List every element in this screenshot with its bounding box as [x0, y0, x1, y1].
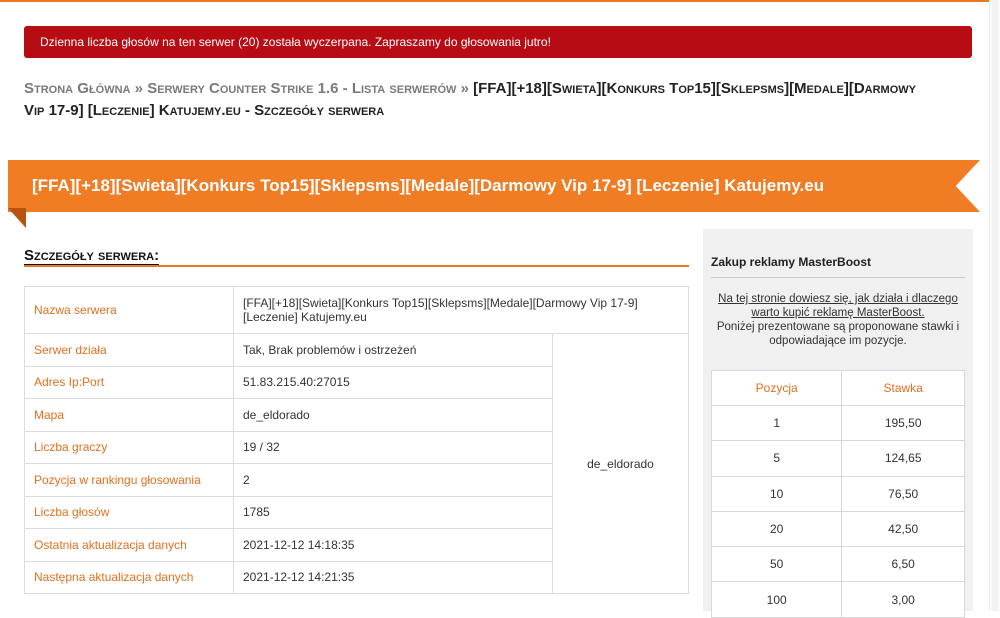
breadcrumb: Strona Główna » Serwery Counter Strike 1…: [24, 78, 924, 122]
detail-label: Liczba graczy: [24, 430, 234, 464]
rate-value: 3,00: [841, 581, 965, 618]
detail-label: Nazwa serwera: [24, 286, 234, 334]
rate-value: 76,50: [841, 475, 965, 512]
detail-label: Następna aktualizacja danych: [24, 560, 234, 594]
detail-label: Liczba głosów: [24, 495, 234, 529]
sidebar-title: Zakup reklamy MasterBoost: [711, 255, 965, 278]
detail-value: Tak, Brak problemów i ostrzeżeń: [233, 333, 553, 367]
vertical-scrollbar[interactable]: [989, 0, 1000, 611]
detail-value: de_eldorado: [233, 398, 553, 432]
table-row: 100 3,00: [710, 581, 965, 618]
column-header-position: Pozycja: [710, 370, 843, 406]
rate-value: 195,50: [841, 404, 965, 442]
masterboost-rates-table: Pozycja Stawka 1 195,50 5 124,65 10 76,5…: [710, 370, 965, 618]
table-row: 5 124,65: [710, 440, 965, 477]
masterboost-info-link[interactable]: Na tej stronie dowiesz się, jak działa i…: [711, 292, 965, 320]
rate-value: 124,65: [841, 440, 965, 477]
detail-label: Serwer działa: [24, 333, 234, 367]
table-row: 50 6,50: [710, 546, 965, 583]
map-preview: de_eldorado: [552, 333, 689, 594]
table-row: 1 195,50: [710, 404, 965, 442]
detail-value: 51.83.215.40:27015: [233, 365, 553, 399]
breadcrumb-separator: »: [460, 80, 469, 97]
table-row: 10 76,50: [710, 475, 965, 512]
top-accent-line: [0, 0, 1000, 2]
rate-position: 10: [710, 475, 843, 512]
detail-value: 2021-12-12 14:21:35: [233, 560, 553, 594]
server-title: [FFA][+18][Swieta][Konkurs Top15][Skleps…: [32, 176, 825, 195]
scrollbar-thumb[interactable]: [992, 0, 998, 611]
rate-position: 5: [710, 440, 843, 477]
table-row: Serwer działa Tak, Brak problemów i ostr…: [24, 333, 689, 594]
detail-value: 19 / 32: [233, 430, 553, 464]
rate-position: 20: [710, 510, 843, 548]
vote-limit-alert: Dzienna liczba głosów na ten serwer (20)…: [24, 26, 972, 58]
table-row: 20 42,50: [710, 510, 965, 548]
detail-value: 1785: [233, 495, 553, 529]
detail-value: 2021-12-12 14:18:35: [233, 528, 553, 562]
sidebar-info-text: Poniżej prezentowane są proponowane staw…: [716, 321, 960, 347]
detail-label: Ostatnia aktualizacja danych: [24, 528, 234, 562]
server-details-table: Nazwa serwera [FFA][+18][Swieta][Konkurs…: [24, 286, 689, 594]
table-row: Nazwa serwera [FFA][+18][Swieta][Konkurs…: [24, 286, 689, 334]
breadcrumb-home-link[interactable]: Strona Główna: [24, 80, 131, 97]
rate-position: 100: [710, 581, 843, 618]
rate-position: 50: [710, 546, 843, 583]
detail-label: Mapa: [24, 398, 234, 432]
rate-position: 1: [710, 404, 843, 442]
ribbon-fold: [8, 208, 26, 228]
masterboost-sidebar: Zakup reklamy MasterBoost Na tej stronie…: [703, 229, 973, 618]
details-heading: Szczegóły serwera:: [24, 247, 689, 267]
breadcrumb-separator: »: [134, 80, 144, 97]
sidebar-info: Na tej stronie dowiesz się, jak działa i…: [711, 292, 965, 348]
detail-value: 2: [233, 463, 553, 497]
detail-label: Adres Ip:Port: [24, 365, 234, 399]
detail-value: [FFA][+18][Swieta][Konkurs Top15][Skleps…: [233, 286, 689, 334]
rate-value: 6,50: [841, 546, 965, 583]
breadcrumb-server-list-link[interactable]: Serwery Counter Strike 1.6 - Lista serwe…: [147, 80, 456, 97]
table-header-row: Pozycja Stawka: [710, 370, 965, 406]
detail-label: Pozycja w rankingu głosowania: [24, 463, 234, 497]
column-header-rate: Stawka: [841, 370, 965, 406]
rate-value: 42,50: [841, 510, 965, 548]
